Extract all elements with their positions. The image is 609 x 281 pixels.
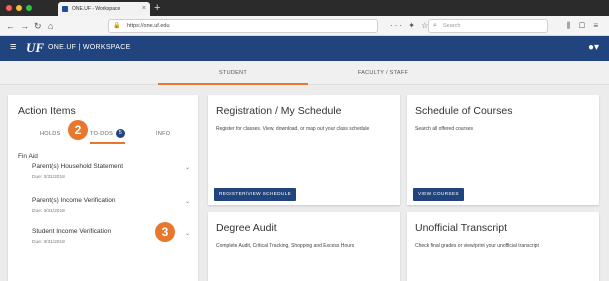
home-icon[interactable]: ⌂ [48,19,53,33]
search-icon: ⌕ [433,22,437,29]
search-placeholder: Search [443,23,461,29]
favicon-icon [62,6,68,12]
action-item-title[interactable]: Student Income Verification [32,228,111,235]
action-item-title[interactable]: Parent(s) Household Statement [32,163,123,170]
action-items-title: Action Items [18,105,76,117]
url-text: https://one.uf.edu [127,23,170,29]
hamburger-menu-icon[interactable]: ≡ [10,41,16,53]
browser-tab-bar: ONE.UF - Workspace × + [0,0,609,16]
chevron-down-icon[interactable]: ⌄ [185,198,190,205]
tab-faculty-staff[interactable]: FACULTY / STAFF [308,61,458,85]
browser-tab[interactable]: ONE.UF - Workspace × [58,2,150,16]
forward-icon[interactable]: → [20,19,29,33]
action-item-due: Due: 3/31/2018 [32,175,65,180]
user-account-icon[interactable]: ●▾ [588,42,599,53]
action-item-due: Due: 3/31/2018 [32,240,65,245]
degree-audit-card: Degree Audit Complete Audit, Critical Tr… [208,212,400,281]
new-tab-icon[interactable]: + [154,1,160,15]
action-items-panel: Action Items HOLDS TO-DOS 5 INFO Fin Aid… [8,95,198,281]
tab-holds[interactable]: HOLDS [40,131,60,137]
browser-search-input[interactable]: ⌕ Search [428,19,548,33]
window-controls[interactable] [6,5,32,11]
card-text: Search all offered courses [415,126,473,132]
fin-aid-group-label: Fin Aid [18,153,38,160]
chevron-down-icon[interactable]: ⌄ [185,230,190,237]
browser-toolbar: ← → ↻ ⌂ 🔒 https://one.uf.edu ··· ✦ ☆ ⌕ S… [0,16,609,36]
uf-logo[interactable]: UF [26,40,44,56]
tab-info[interactable]: INFO [156,131,170,137]
schedule-of-courses-card: Schedule of Courses Search all offered c… [407,95,599,205]
tab-todos-label: TO-DOS [90,130,114,137]
minimize-window-icon[interactable] [16,5,22,11]
library-icon[interactable]: ⫼ ▢ ≡ [567,19,601,33]
close-window-icon[interactable] [6,5,12,11]
secure-lock-icon: 🔒 [113,23,121,29]
action-item-title[interactable]: Parent(s) Income Verification [32,197,115,204]
page-actions-icon[interactable]: ··· ✦ ☆ [390,19,430,33]
role-tabs: STUDENT FACULTY / STAFF [0,61,609,85]
app-title: ONE.UF | WORKSPACE [48,44,131,51]
chevron-down-icon[interactable]: ⌄ [185,164,190,171]
main-content: Action Items HOLDS TO-DOS 5 INFO Fin Aid… [0,85,609,281]
app-header: ≡ UF ONE.UF | WORKSPACE ●▾ [0,36,609,61]
unofficial-transcript-card: Unofficial Transcript Check final grades… [407,212,599,281]
zoom-window-icon[interactable] [26,5,32,11]
card-title: Registration / My Schedule [216,105,342,117]
view-courses-button[interactable]: VIEW COURSES [413,188,464,201]
card-text: Register for classes. View, download, or… [216,126,370,132]
register-view-schedule-button[interactable]: REGISTER/VIEW SCHEDULE [214,188,297,201]
address-bar[interactable]: 🔒 https://one.uf.edu [108,19,378,33]
callout-number-3: 3 [155,222,175,242]
registration-card: Registration / My Schedule Register for … [208,95,400,205]
tab-title: ONE.UF - Workspace [72,6,121,12]
tab-todos[interactable]: TO-DOS 5 [90,129,125,144]
back-icon[interactable]: ← [6,19,15,33]
card-title: Unofficial Transcript [415,222,508,234]
tab-student[interactable]: STUDENT [158,61,308,85]
card-title: Schedule of Courses [415,105,513,117]
reload-icon[interactable]: ↻ [34,19,42,33]
card-title: Degree Audit [216,222,277,234]
action-item-due: Due: 3/31/2018 [32,209,65,214]
todo-count-badge: 5 [115,129,125,138]
card-text: Complete Audit, Critical Tracking, Shopp… [216,243,355,249]
callout-number-2: 2 [68,120,88,140]
tab-close-icon[interactable]: × [142,2,146,16]
card-text: Check final grades or view/print your un… [415,243,539,249]
